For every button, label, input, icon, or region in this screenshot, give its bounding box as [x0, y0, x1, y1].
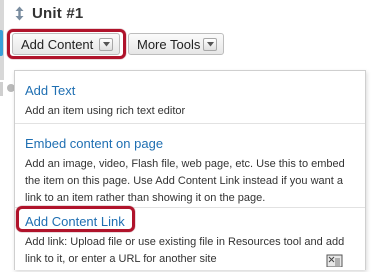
- add-content-button[interactable]: Add Content: [12, 33, 120, 55]
- add-content-link-description: Add link: Upload file or use existing fi…: [25, 236, 345, 265]
- more-tools-label: More Tools: [137, 36, 201, 52]
- menu-item-embed-content[interactable]: Embed content on page Add an image, vide…: [15, 123, 365, 207]
- chevron-down-icon: [99, 37, 113, 51]
- add-text-description: Add an item using rich text editor: [25, 105, 186, 117]
- unit-title[interactable]: Unit #1: [32, 5, 83, 22]
- add-content-menu: Add Text Add an item using rich text edi…: [14, 70, 366, 270]
- embed-content-description: Add an image, video, Flash file, web pag…: [25, 158, 345, 204]
- left-edge-lower: [0, 82, 3, 96]
- menu-item-add-content-link[interactable]: Add Content Link Add link: Upload file o…: [15, 207, 365, 271]
- embed-content-link[interactable]: Embed content on page: [25, 136, 355, 151]
- more-tools-button[interactable]: More Tools: [128, 33, 224, 55]
- menu-item-add-text[interactable]: Add Text Add an item using rich text edi…: [15, 71, 365, 123]
- add-content-link-link[interactable]: Add Content Link: [25, 214, 355, 229]
- add-text-link[interactable]: Add Text: [25, 83, 355, 98]
- chevron-down-icon: [203, 37, 217, 51]
- reorder-arrows-icon[interactable]: [12, 4, 26, 22]
- active-indicator: [0, 30, 3, 56]
- busy-cursor-icon: [326, 254, 344, 268]
- unit-header: Unit #1: [12, 2, 83, 24]
- add-content-label: Add Content: [21, 36, 94, 52]
- toolbar: Add Content More Tools: [4, 29, 374, 61]
